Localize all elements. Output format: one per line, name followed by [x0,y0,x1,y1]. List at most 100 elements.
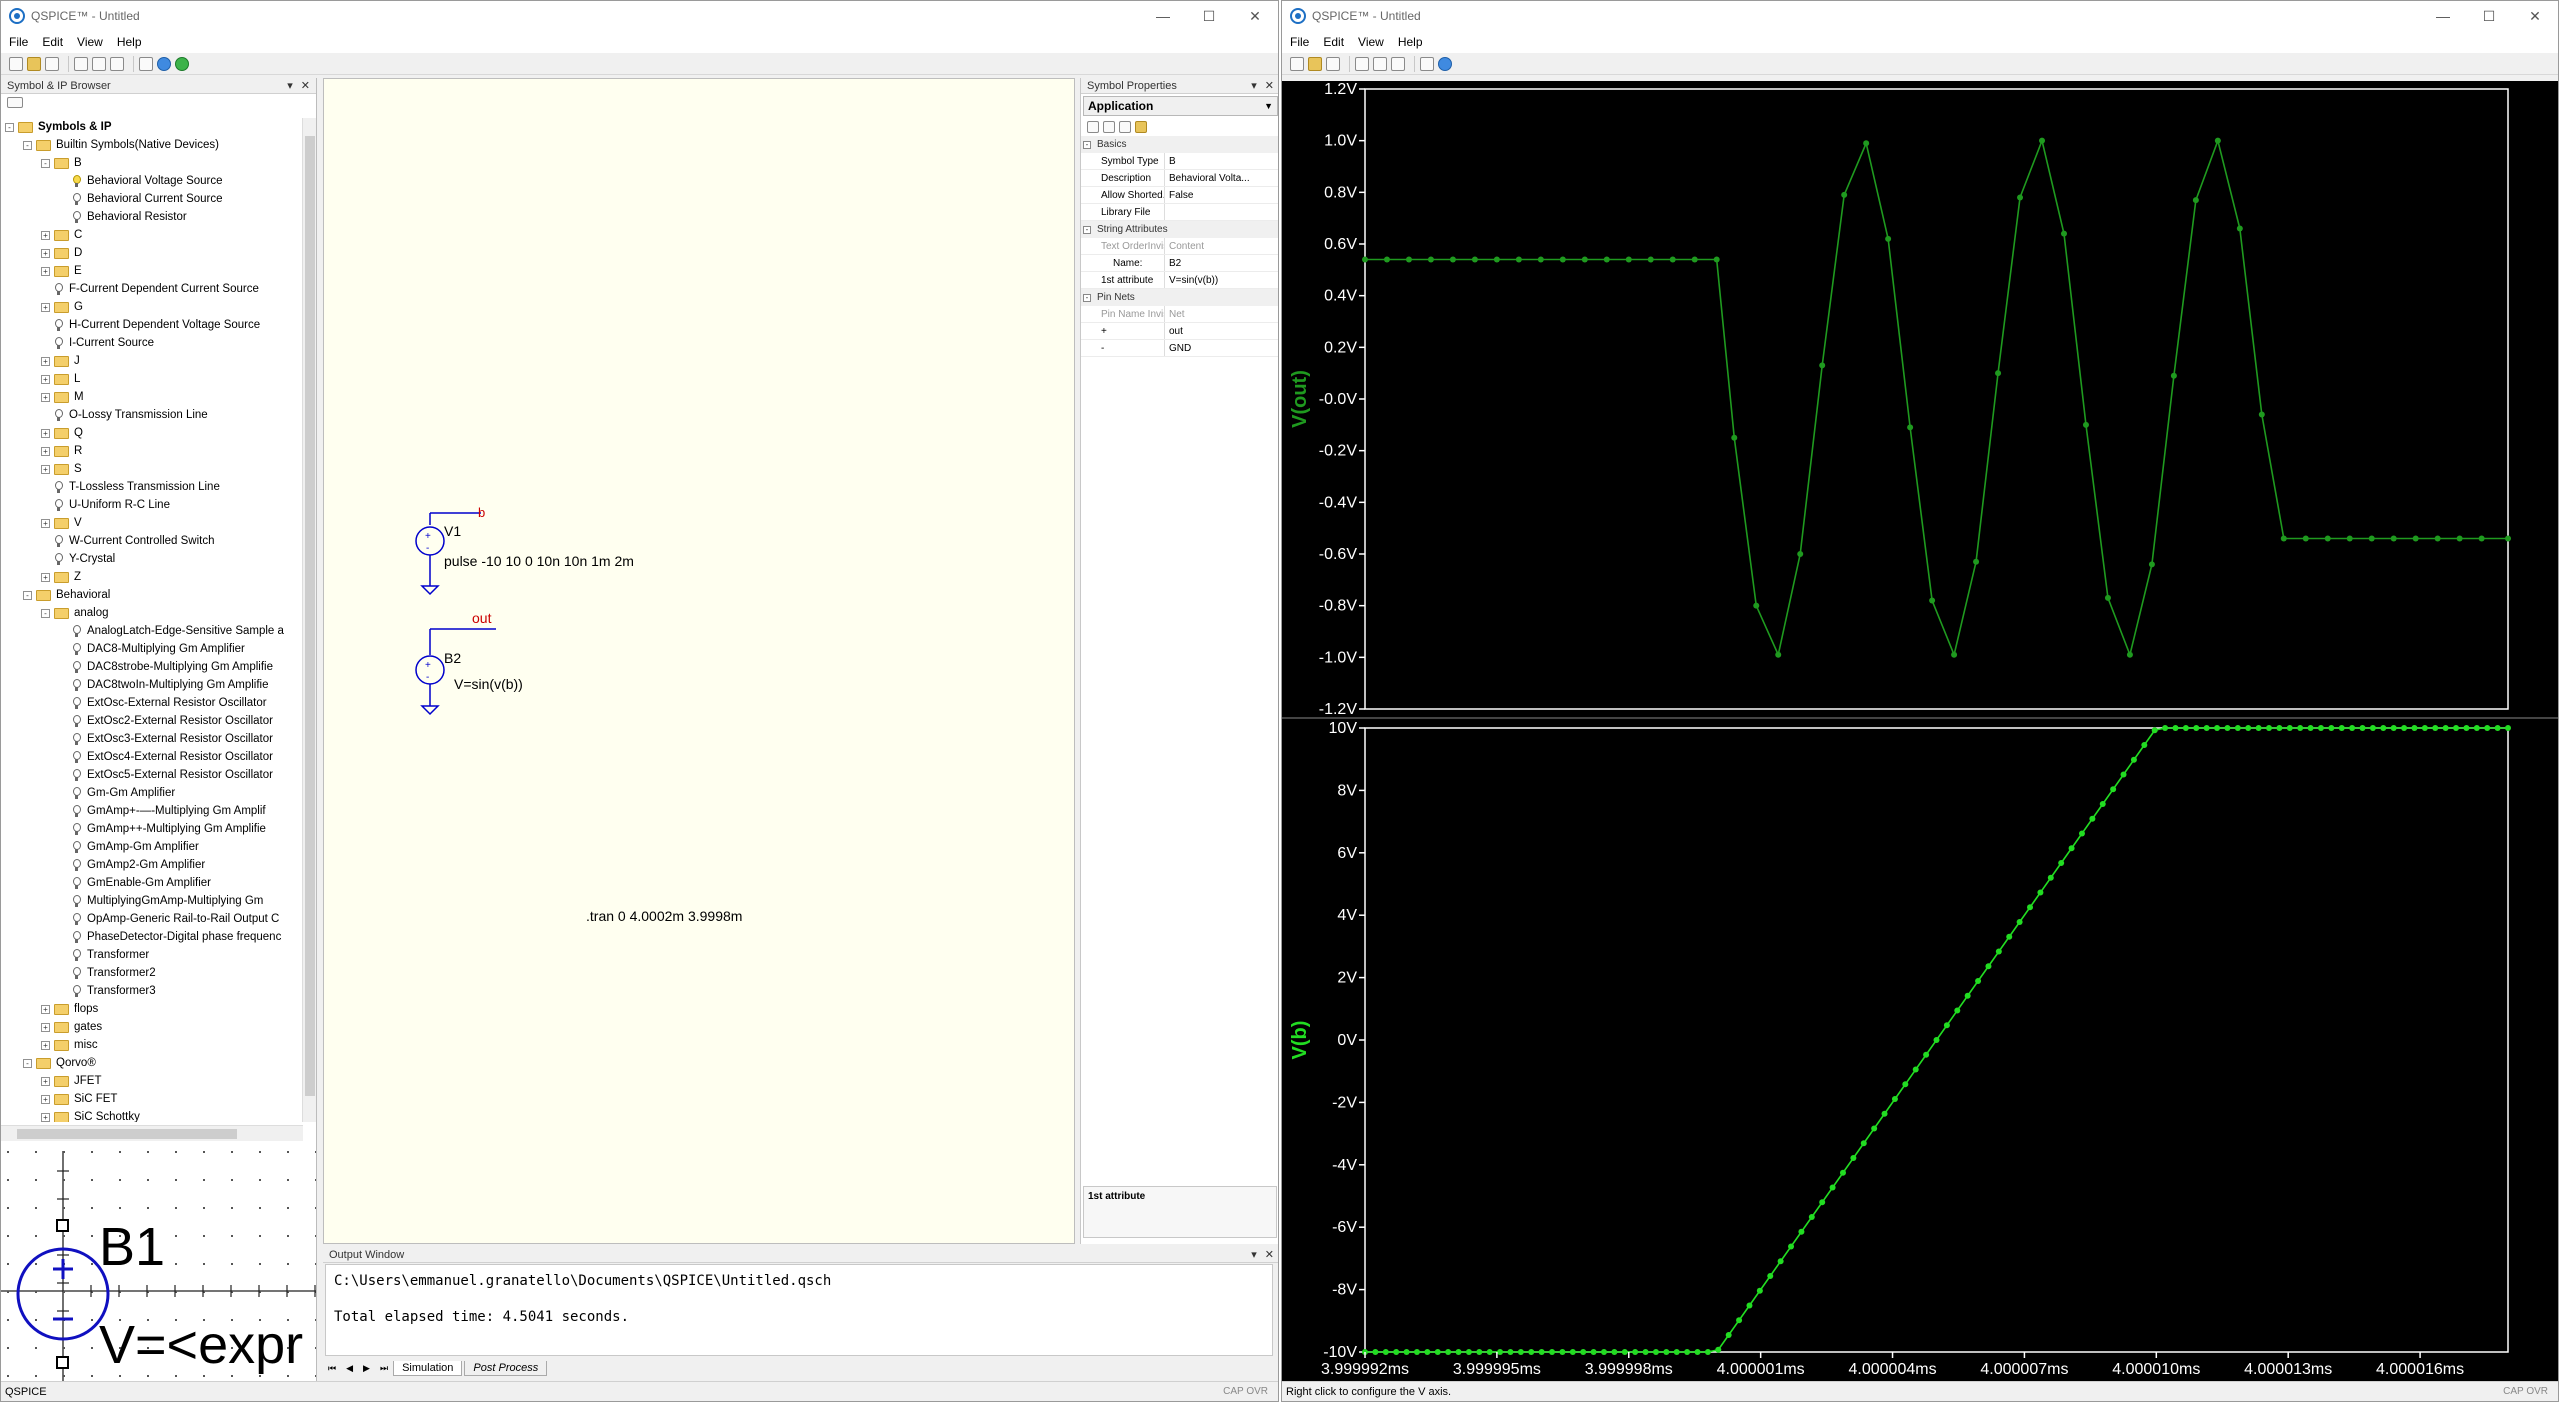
menu-view[interactable]: View [1358,35,1384,49]
new-icon[interactable] [1290,56,1304,71]
tree-item[interactable]: ExtOsc3-External Resistor Oscillator [5,730,301,748]
property-row[interactable]: Allow Shorted... False [1081,187,1278,204]
print-icon[interactable] [1420,56,1434,71]
tree-item[interactable]: OpAmp-Generic Rail-to-Rail Output C [5,910,301,928]
property-row[interactable]: + out [1081,323,1278,340]
tree-folder[interactable]: + flops [5,1000,301,1018]
tree-folder[interactable]: + S [5,460,301,478]
first-tab-icon[interactable]: ⏮ [328,1363,336,1374]
tree-item[interactable]: GmAmp-Gm Amplifier [5,838,301,856]
pane-menu-icon[interactable]: ▾ [1251,1248,1257,1261]
property-value[interactable]: V=sin(v(b)) [1165,275,1278,286]
pane-close-icon[interactable]: ✕ [1265,1248,1274,1261]
tree-folder[interactable]: + Q [5,424,301,442]
property-row[interactable]: Text OrderInvis. Content [1081,238,1278,255]
tree-horizontal-scrollbar[interactable] [1,1125,303,1141]
tree-item[interactable]: O-Lossy Transmission Line [5,406,301,424]
menu-file[interactable]: File [9,35,28,49]
tree-folder[interactable]: + J [5,352,301,370]
property-category[interactable]: - Basics [1081,136,1278,153]
pane-menu-icon[interactable]: ▾ [1251,79,1257,92]
tree-folder[interactable]: + gates [5,1018,301,1036]
next-tab-icon[interactable]: ▶ [363,1363,370,1374]
menu-help[interactable]: Help [1398,35,1423,49]
property-row[interactable]: 1st attribute V=sin(v(b)) [1081,272,1278,289]
collapse-icon[interactable]: - [5,122,14,132]
tree-folder[interactable]: + E [5,262,301,280]
save-icon[interactable] [45,56,59,71]
tree-item[interactable]: Behavioral Resistor [5,208,301,226]
expand-icon[interactable]: + [41,518,50,528]
minimize-button[interactable]: — [2420,1,2466,31]
property-value[interactable]: False [1165,190,1278,201]
tree-item[interactable]: GmAmp2-Gm Amplifier [5,856,301,874]
tree-item[interactable]: ExtOsc2-External Resistor Oscillator [5,712,301,730]
copy-icon[interactable] [1373,56,1387,71]
tree-item[interactable]: Transformer [5,946,301,964]
tab-post-process[interactable]: Post Process [464,1360,548,1376]
copy-icon[interactable] [92,56,106,71]
menu-edit[interactable]: Edit [42,35,63,49]
collapse-icon[interactable]: - [1083,140,1091,149]
schematic-canvas[interactable]: + - b V1 pulse -10 10 0 10n 10n 1m 2m + … [323,78,1075,1244]
tree-item[interactable]: Y-Crystal [5,550,301,568]
tree-item[interactable]: Gm-Gm Amplifier [5,784,301,802]
tree-item[interactable]: GmEnable-Gm Amplifier [5,874,301,892]
tree-folder[interactable]: + SiC FET [5,1090,301,1108]
property-row[interactable]: - GND [1081,340,1278,357]
collapse-icon[interactable]: - [23,590,32,600]
expand-icon[interactable]: + [41,392,50,402]
maximize-button[interactable]: ☐ [1186,1,1232,31]
tree-folder[interactable]: + misc [5,1036,301,1054]
tree-vertical-scrollbar[interactable] [302,118,316,1122]
tree-folder[interactable]: - Symbols & IP [5,118,301,136]
property-value[interactable]: B [1165,156,1278,167]
menu-file[interactable]: File [1290,35,1309,49]
folder-open-icon[interactable] [7,97,23,108]
sort-az-icon[interactable] [1103,121,1115,133]
tree-folder[interactable]: - analog [5,604,301,622]
expand-icon[interactable]: + [41,572,50,582]
pane-close-icon[interactable]: ✕ [301,79,310,92]
run-icon[interactable] [175,56,189,71]
tree-folder[interactable]: + V [5,514,301,532]
collapse-icon[interactable]: - [41,608,50,618]
expand-icon[interactable]: + [41,1076,50,1086]
tree-item[interactable]: ExtOsc4-External Resistor Oscillator [5,748,301,766]
tree-folder[interactable]: + D [5,244,301,262]
open-icon[interactable] [27,56,41,71]
collapse-icon[interactable]: - [23,1058,32,1068]
cut-icon[interactable] [1355,56,1369,71]
tree-item[interactable]: MultiplyingGmAmp-Multiplying Gm [5,892,301,910]
property-value[interactable]: GND [1165,343,1278,354]
tree-folder[interactable]: + M [5,388,301,406]
tree-item[interactable]: DAC8strobe-Multiplying Gm Amplifie [5,658,301,676]
tree-folder[interactable]: - Qorvo® [5,1054,301,1072]
tree-item[interactable]: GmAmp++-Multiplying Gm Amplifie [5,820,301,838]
tree-item[interactable]: Behavioral Current Source [5,190,301,208]
tree-item[interactable]: ExtOsc-External Resistor Oscillator [5,694,301,712]
new-icon[interactable] [9,56,23,71]
expand-icon[interactable]: + [41,1004,50,1014]
save-icon[interactable] [1326,56,1340,71]
tree-item[interactable]: DAC8-Multiplying Gm Amplifier [5,640,301,658]
property-value[interactable]: Content [1165,241,1278,252]
property-row[interactable]: Pin Name Invis. Net [1081,306,1278,323]
paste-icon[interactable] [1391,56,1405,71]
tree-folder[interactable]: + R [5,442,301,460]
property-row[interactable]: Name: B2 [1081,255,1278,272]
property-row[interactable]: Symbol Type B [1081,153,1278,170]
open-icon[interactable] [1308,56,1322,71]
expand-icon[interactable]: + [41,374,50,384]
property-value[interactable]: Net [1165,309,1278,320]
tree-item[interactable]: AnalogLatch-Edge-Sensitive Sample a [5,622,301,640]
expand-icon[interactable]: + [41,446,50,456]
tree-item[interactable]: H-Current Dependent Voltage Source [5,316,301,334]
menu-help[interactable]: Help [117,35,142,49]
property-value[interactable]: Behavioral Volta... [1165,173,1278,184]
collapse-icon[interactable]: - [23,140,32,150]
expand-icon[interactable]: + [41,1040,50,1050]
tree-folder[interactable]: + L [5,370,301,388]
expand-icon[interactable]: + [41,248,50,258]
waveform-plot-area[interactable]: 1.2V 1.0V 0.8V 0.6V 0.4V 0.2V -0.0V -0.2V -0.4V -… [1282,81,2558,1381]
